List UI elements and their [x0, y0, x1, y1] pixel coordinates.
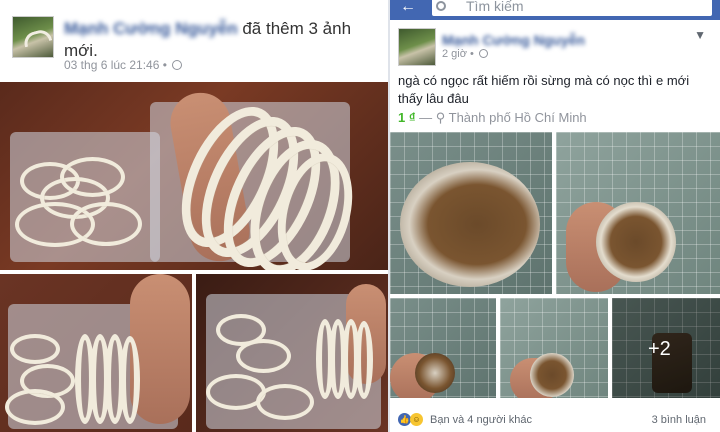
author-name[interactable]: Mạnh Cường Nguyễn	[442, 32, 585, 48]
avatar[interactable]	[12, 16, 54, 58]
photo-5-more[interactable]: +2	[612, 298, 720, 398]
back-arrow-icon[interactable]: ←	[400, 0, 416, 15]
globe-icon	[172, 60, 183, 70]
haha-icon: ☺	[410, 413, 423, 426]
price: 1 ₫	[398, 110, 416, 125]
right-post: ← Tìm kiếm Mạnh Cường Nguyễn 2 giờ • ▼ n…	[390, 0, 720, 432]
photo-4[interactable]	[500, 298, 608, 398]
photo-3[interactable]	[196, 274, 388, 432]
search-input[interactable]: Tìm kiếm	[432, 0, 712, 16]
more-photos-count: +2	[648, 338, 671, 360]
post-time: 2 giờ •	[442, 48, 488, 60]
price-location: 1 ₫ — ⚲ Thành phố Hồ Chí Minh	[398, 110, 587, 126]
photo-1[interactable]	[390, 132, 552, 294]
search-placeholder: Tìm kiếm	[466, 0, 524, 14]
photo-2[interactable]	[556, 132, 720, 294]
photo-2[interactable]	[0, 274, 192, 432]
left-post: Mạnh Cường Nguyễn đã thêm 3 ảnh mới. 03 …	[0, 0, 388, 432]
reactions-summary[interactable]: Bạn và 4 người khác	[430, 414, 532, 426]
globe-icon	[478, 49, 488, 58]
post-headline: Mạnh Cường Nguyễn đã thêm 3 ảnh mới.	[64, 18, 374, 62]
chevron-down-icon[interactable]: ▼	[694, 28, 706, 42]
post-text: ngà có ngọc rất hiếm rồi sừng mà có nọc …	[398, 73, 690, 106]
screenshot-collage: Mạnh Cường Nguyễn đã thêm 3 ảnh mới. 03 …	[0, 0, 720, 432]
photo-3[interactable]	[390, 298, 496, 398]
location[interactable]: — ⚲ Thành phố Hồ Chí Minh	[416, 110, 587, 125]
post-footer: 👍 ☺ Bạn và 4 người khác 3 bình luận	[390, 404, 720, 432]
search-icon	[436, 1, 446, 11]
left-post-header: Mạnh Cường Nguyễn đã thêm 3 ảnh mới. 03 …	[0, 0, 388, 80]
post-time-text: 2 giờ •	[442, 48, 474, 60]
search-bar: ← Tìm kiếm	[390, 0, 720, 20]
post-timestamp[interactable]: 03 thg 6 lúc 21:46 •	[64, 58, 167, 72]
comments-count[interactable]: 3 bình luận	[652, 414, 706, 426]
post-meta: 03 thg 6 lúc 21:46 •	[64, 58, 183, 72]
photo-1[interactable]	[0, 82, 388, 270]
author-name[interactable]: Mạnh Cường Nguyễn	[64, 18, 238, 40]
avatar[interactable]	[398, 28, 436, 66]
